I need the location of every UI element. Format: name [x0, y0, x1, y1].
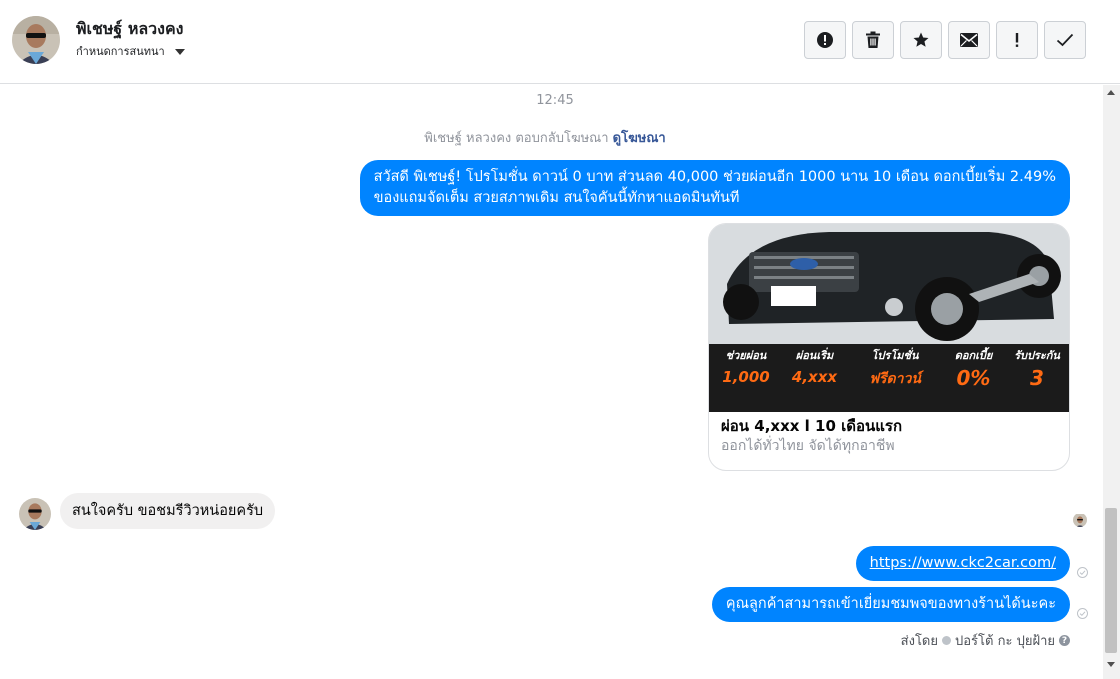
- link-message-bubble[interactable]: https://www.ckc2car.com/: [855, 546, 1070, 581]
- message-timestamp: 12:45: [536, 93, 574, 108]
- outgoing-message-bubble: คุณลูกค้าสามารถเข้าเยี่ยมชมพจของทางร้านไ…: [711, 587, 1070, 622]
- ad-message-bubble: สวัสดี พิเชษฐ์! โปรโมชั่น ดาวน์ 0 บาท ส่…: [359, 160, 1070, 216]
- caret-down-icon: [174, 48, 185, 55]
- promo-item: ผ่อนเริ่ม 4,xxx: [791, 349, 838, 386]
- promo-item: ดอกเบี้ย 0%: [954, 349, 993, 390]
- sent-by-label: ส่งโดย: [900, 634, 938, 649]
- promo-item: รับประกัน 3: [1014, 349, 1060, 390]
- ad-promo-strip: ช่วยผ่อน 1,000 ผ่อนเริ่ม 4,xxx โปรโมชั่น…: [709, 346, 1069, 412]
- assign-conversation-dropdown[interactable]: กำหนดการสนทนา: [76, 42, 185, 60]
- mark-done-button[interactable]: [1044, 21, 1086, 59]
- scroll-up-arrow-icon[interactable]: [1107, 90, 1115, 95]
- delivered-check-icon: [1077, 608, 1088, 619]
- scroll-down-arrow-icon[interactable]: [1107, 662, 1115, 667]
- contact-name[interactable]: พิเชษฐ์ หลวงคง: [76, 17, 183, 42]
- ad-message-line: สวัสดี พิเชษฐ์! โปรโมชั่น ดาวน์ 0 บาท ส่…: [373, 169, 1056, 185]
- contact-avatar-small[interactable]: [19, 498, 51, 530]
- conversation-header: พิเชษฐ์ หลวงคง กำหนดการสนทนา: [0, 0, 1120, 84]
- star-icon: [913, 32, 929, 47]
- ad-card-subtitle: ออกได้ทั่วไทย จัดได้ทุกอาชีพ: [721, 438, 895, 454]
- ad-reply-text: พิเชษฐ์ หลวงคง ตอบกลับโฆษณา: [424, 131, 609, 146]
- scrollbar-thumb[interactable]: [1105, 508, 1117, 653]
- envelope-icon: [960, 33, 978, 47]
- assign-label: กำหนดการสนทนา: [76, 45, 165, 58]
- message-thread[interactable]: 12:45 พิเชษฐ์ หลวงคง ตอบกลับโฆษณา ดูโฆษณ…: [0, 85, 1120, 679]
- view-ad-link[interactable]: ดูโฆษณา: [613, 131, 666, 146]
- exclamation-icon: [1015, 33, 1019, 47]
- ad-message-line: ของแถมจัดเต็ม สวยสภาพเดิม สนใจคันนี้ทักห…: [373, 190, 740, 206]
- sent-by-name[interactable]: ปอร์โต้ กะ ปุยฝ้าย: [955, 630, 1055, 651]
- delivered-check-icon: [1077, 567, 1088, 578]
- trash-icon: [866, 31, 880, 48]
- promo-item: ช่วยผ่อน 1,000: [722, 349, 770, 386]
- thread-scrollbar[interactable]: [1103, 85, 1120, 679]
- ad-card-image: ช่วยผ่อน 1,000 ผ่อนเริ่ม 4,xxx โปรโมชั่น…: [709, 224, 1069, 412]
- ad-card[interactable]: ช่วยผ่อน 1,000 ผ่อนเริ่ม 4,xxx โปรโมชั่น…: [708, 223, 1070, 471]
- seen-avatar: [1073, 513, 1087, 527]
- checkmark-icon: [1056, 33, 1074, 47]
- mark-unread-button[interactable]: [948, 21, 990, 59]
- exclamation-circle-icon: [817, 32, 833, 48]
- delete-button[interactable]: [852, 21, 894, 59]
- contact-avatar[interactable]: [12, 16, 60, 64]
- promo-item: โปรโมชั่น ฟรีดาวน์: [869, 349, 921, 387]
- help-icon[interactable]: ?: [1059, 635, 1070, 646]
- mark-follow-up-button[interactable]: [996, 21, 1038, 59]
- check-circle-icon: [942, 636, 951, 645]
- ad-reply-notice: พิเชษฐ์ หลวงคง ตอบกลับโฆษณา ดูโฆษณา: [0, 127, 1090, 148]
- sent-by-info: ส่งโดย ปอร์โต้ กะ ปุยฝ้าย ?: [901, 630, 1070, 651]
- report-spam-button[interactable]: [804, 21, 846, 59]
- star-button[interactable]: [900, 21, 942, 59]
- incoming-message-bubble: สนใจครับ ขอชมรีวิวหน่อยครับ: [60, 493, 276, 529]
